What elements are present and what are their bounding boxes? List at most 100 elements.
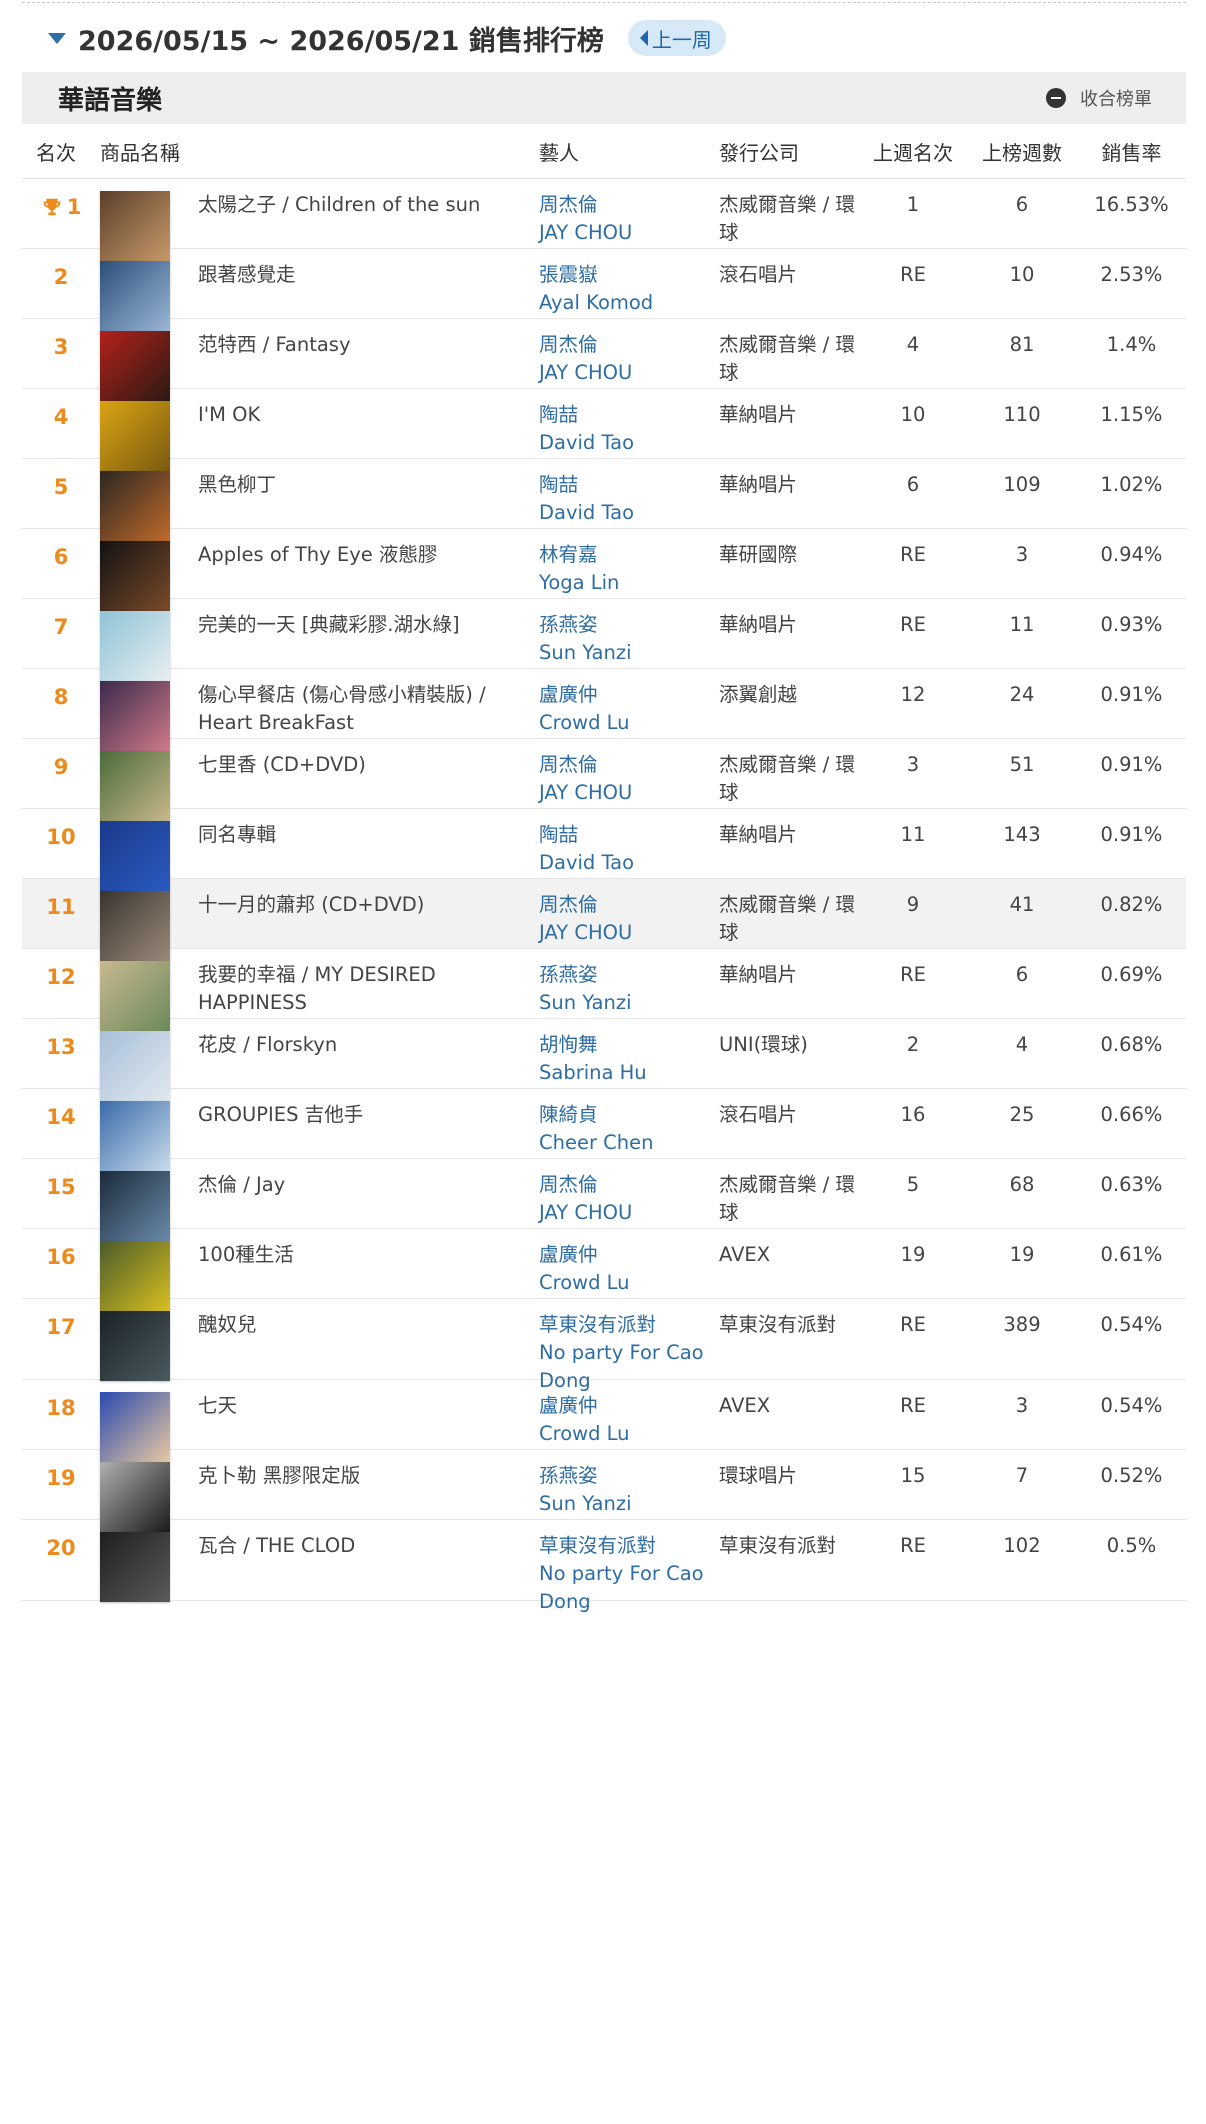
rank-number: 20 <box>46 1536 76 1560</box>
product-title[interactable]: 完美的一天 [典藏彩膠.湖水綠] <box>198 599 539 639</box>
table-row[interactable]: 14 GROUPIES 吉他手 陳綺貞 Cheer Chen 滾石唱片 16 25 0.66% <box>22 1089 1186 1171</box>
artist-link-en[interactable]: JAY CHOU <box>539 919 719 947</box>
artist-link-zh[interactable]: 胡恂舞 <box>539 1031 719 1059</box>
artist-link-en[interactable]: JAY CHOU <box>539 359 719 387</box>
rank-number: 17 <box>46 1315 76 1339</box>
artist-link-zh[interactable]: 張震嶽 <box>539 261 719 289</box>
artist-link-en[interactable]: Sun Yanzi <box>539 989 719 1017</box>
artist-link-zh[interactable]: 周杰倫 <box>539 891 719 919</box>
product-title[interactable]: GROUPIES 吉他手 <box>198 1089 539 1129</box>
artist-link-en[interactable]: No party For Cao Dong <box>539 1560 719 1616</box>
product-title[interactable]: 七天 <box>198 1380 539 1420</box>
artist-link-zh[interactable]: 孫燕姿 <box>539 961 719 989</box>
caret-down-icon[interactable] <box>48 32 66 44</box>
artist-link-zh[interactable]: 盧廣仲 <box>539 1241 719 1269</box>
table-row[interactable]: 3 范特西 / Fantasy 周杰倫 JAY CHOU 杰威爾音樂 / 環球 4 81 1.… <box>22 319 1186 401</box>
table-row[interactable]: 13 花皮 / Florskyn 胡恂舞 Sabrina Hu UNI(環球) 2 4 0.6… <box>22 1019 1186 1101</box>
product-title[interactable]: 花皮 / Florskyn <box>198 1019 539 1059</box>
artist-link-en[interactable]: Sun Yanzi <box>539 639 719 667</box>
product-title[interactable]: 黑色柳丁 <box>198 459 539 499</box>
product-title[interactable]: 100種生活 <box>198 1229 539 1269</box>
artist-link-en[interactable]: Crowd Lu <box>539 709 719 737</box>
artist-link-en[interactable]: David Tao <box>539 499 719 527</box>
artist-link-zh[interactable]: 陶喆 <box>539 401 719 429</box>
artist-link-en[interactable]: JAY CHOU <box>539 219 719 247</box>
product-title[interactable]: 杰倫 / Jay <box>198 1159 539 1199</box>
artist-link-en[interactable]: Sun Yanzi <box>539 1490 719 1518</box>
product-title[interactable]: 我要的幸福 / MY DESIRED HAPPINESS <box>198 949 539 1017</box>
product-title[interactable]: Apples of Thy Eye 液態膠 <box>198 529 539 569</box>
table-row[interactable]: 11 十一月的蕭邦 (CD+DVD) 周杰倫 JAY CHOU 杰威爾音樂 / 環球 9 4… <box>22 879 1186 961</box>
table-row[interactable]: 20 瓦合 / THE CLOD 草東沒有派對 No party For Cao Do… <box>22 1520 1186 1613</box>
artist-link-zh[interactable]: 孫燕姿 <box>539 611 719 639</box>
album-cover-image[interactable] <box>100 1532 170 1602</box>
artist-link-zh[interactable]: 周杰倫 <box>539 331 719 359</box>
table-row[interactable]: 18 七天 盧廣仲 Crowd Lu AVEX RE 3 0.54% <box>22 1380 1186 1462</box>
table-row[interactable]: 8 傷心早餐店 (傷心骨感小精裝版) / Heart BreakFast 盧廣仲 Cr… <box>22 669 1186 751</box>
product-title[interactable]: 傷心早餐店 (傷心骨感小精裝版) / Heart BreakFast <box>198 669 539 737</box>
product-title[interactable]: 太陽之子 / Children of the sun <box>198 179 539 219</box>
artist-link-en[interactable]: JAY CHOU <box>539 779 719 807</box>
last-week-cell: 2 <box>906 1033 920 1056</box>
collapse-label: 收合榜單 <box>1080 89 1152 110</box>
product-title[interactable]: 十一月的蕭邦 (CD+DVD) <box>198 879 539 919</box>
table-row[interactable]: 5 黑色柳丁 陶喆 David Tao 華納唱片 6 109 1.02% <box>22 459 1186 541</box>
artist-cell: 陶喆 David Tao <box>539 389 719 457</box>
product-title[interactable]: 七里香 (CD+DVD) <box>198 739 539 779</box>
artist-link-zh[interactable]: 盧廣仲 <box>539 681 719 709</box>
label-cell: 華納唱片 <box>719 473 798 496</box>
rank-number: 1 <box>66 195 82 219</box>
product-title[interactable]: 克卜勒 黑膠限定版 <box>198 1450 539 1490</box>
artist-link-zh[interactable]: 林宥嘉 <box>539 541 719 569</box>
rank-cell: 15 <box>22 1159 100 1201</box>
artist-link-en[interactable]: Cheer Chen <box>539 1129 719 1157</box>
product-title[interactable]: I'M OK <box>198 389 539 429</box>
artist-link-zh[interactable]: 陳綺貞 <box>539 1101 719 1129</box>
last-week-cell: 10 <box>900 403 926 426</box>
table-row[interactable]: 1 太陽之子 / Children of the sun 周杰倫 JAY CHOU 杰威… <box>22 179 1186 261</box>
table-row[interactable]: 16 100種生活 盧廣仲 Crowd Lu AVEX 19 19 0.61% <box>22 1229 1186 1311</box>
prev-week-button[interactable]: 上一周 <box>627 20 726 56</box>
table-row[interactable]: 15 杰倫 / Jay 周杰倫 JAY CHOU 杰威爾音樂 / 環球 5 68 0.63% <box>22 1159 1186 1241</box>
table-row[interactable]: 2 跟著感覺走 張震嶽 Ayal Komod 滾石唱片 RE 10 2.53% <box>22 249 1186 331</box>
table-row[interactable]: 9 七里香 (CD+DVD) 周杰倫 JAY CHOU 杰威爾音樂 / 環球 3 51 0.9… <box>22 739 1186 821</box>
artist-link-zh[interactable]: 陶喆 <box>539 471 719 499</box>
album-cover-image[interactable] <box>100 1311 170 1381</box>
weeks-on-chart-cell: 68 <box>1009 1173 1035 1196</box>
product-title[interactable]: 醜奴兒 <box>198 1299 539 1339</box>
product-title[interactable]: 瓦合 / THE CLOD <box>198 1520 539 1560</box>
table-row[interactable]: 7 完美的一天 [典藏彩膠.湖水綠] 孫燕姿 Sun Yanzi 華納唱片 RE 11 0.9… <box>22 599 1186 681</box>
artist-link-zh[interactable]: 周杰倫 <box>539 191 719 219</box>
rank-cell: 12 <box>22 949 100 991</box>
artist-link-en[interactable]: David Tao <box>539 849 719 877</box>
table-row[interactable]: 17 醜奴兒 草東沒有派對 No party For Cao Dong 草東沒有派對 RE… <box>22 1299 1186 1392</box>
product-title[interactable]: 同名專輯 <box>198 809 539 849</box>
rank-number: 10 <box>46 825 76 849</box>
last-week-cell: RE <box>900 1534 926 1557</box>
artist-link-en[interactable]: Sabrina Hu <box>539 1059 719 1087</box>
artist-link-zh[interactable]: 草東沒有派對 <box>539 1532 719 1560</box>
artist-link-en[interactable]: David Tao <box>539 429 719 457</box>
last-week-cell: RE <box>900 1394 926 1417</box>
artist-link-zh[interactable]: 盧廣仲 <box>539 1392 719 1420</box>
product-title[interactable]: 范特西 / Fantasy <box>198 319 539 359</box>
artist-link-en[interactable]: Crowd Lu <box>539 1420 719 1448</box>
artist-link-en[interactable]: Ayal Komod <box>539 289 719 317</box>
artist-link-en[interactable]: JAY CHOU <box>539 1199 719 1227</box>
product-title[interactable]: 跟著感覺走 <box>198 249 539 289</box>
table-row[interactable]: 19 克卜勒 黑膠限定版 孫燕姿 Sun Yanzi 環球唱片 15 7 0.52% <box>22 1450 1186 1532</box>
artist-link-en[interactable]: Yoga Lin <box>539 569 719 597</box>
artist-link-zh[interactable]: 陶喆 <box>539 821 719 849</box>
table-row[interactable]: 10 同名專輯 陶喆 David Tao 華納唱片 11 143 0.91% <box>22 809 1186 891</box>
table-row[interactable]: 12 我要的幸福 / MY DESIRED HAPPINESS 孫燕姿 Sun Yan… <box>22 949 1186 1031</box>
artist-link-zh[interactable]: 周杰倫 <box>539 751 719 779</box>
artist-link-en[interactable]: Crowd Lu <box>539 1269 719 1297</box>
last-week-cell: 15 <box>900 1464 926 1487</box>
artist-link-zh[interactable]: 周杰倫 <box>539 1171 719 1199</box>
table-row[interactable]: 6 Apples of Thy Eye 液態膠 林宥嘉 Yoga Lin 華研國際 RE 3… <box>22 529 1186 611</box>
table-row[interactable]: 4 I'M OK 陶喆 David Tao 華納唱片 10 110 1.15% <box>22 389 1186 471</box>
artist-link-zh[interactable]: 孫燕姿 <box>539 1462 719 1490</box>
artist-link-zh[interactable]: 草東沒有派對 <box>539 1311 719 1339</box>
collapse-chart-button[interactable]: 收合榜單 <box>1046 85 1152 111</box>
header-weeks-on-chart: 上榜週數 <box>982 140 1062 165</box>
